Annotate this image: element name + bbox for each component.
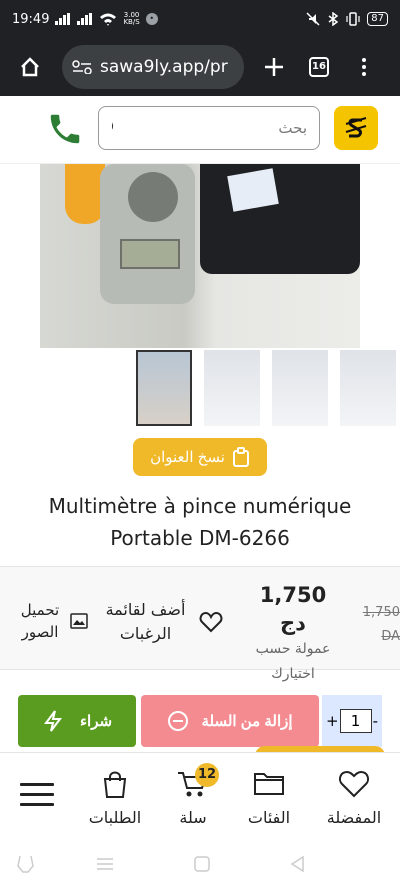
quantity-input[interactable] — [339, 709, 372, 733]
download-images-button[interactable]: تحميل الصور — [18, 599, 88, 643]
thumbnail-4[interactable] — [340, 350, 396, 426]
nav-cart-label: سلة — [179, 808, 207, 827]
heart-outline-icon — [338, 770, 370, 798]
home-icon — [21, 57, 39, 77]
cart-count-badge: 12 — [195, 763, 219, 787]
new-tab-button[interactable] — [254, 47, 294, 87]
search-input[interactable] — [113, 119, 307, 137]
call-button[interactable] — [45, 109, 85, 149]
remove-from-cart-label: إزالة من السلة — [201, 713, 293, 730]
site-header — [0, 96, 400, 164]
nav-orders-label: الطلبات — [88, 808, 142, 827]
phone-icon — [50, 114, 80, 144]
product-title-line-2: Portable DM-6266 — [110, 526, 290, 550]
increase-quantity-button[interactable]: + — [326, 712, 339, 730]
browser-toolbar: sawa9ly.app/pr 16 — [0, 38, 400, 96]
meter-bag-shape — [200, 164, 360, 274]
status-left: 19:49 3.00 KB/S • — [12, 12, 158, 27]
product-thumbnails — [136, 348, 400, 426]
copy-title-button[interactable]: نسخ العنوان — [133, 438, 267, 476]
system-navigation — [0, 838, 400, 888]
meter-dial-shape — [128, 172, 178, 222]
notification-icon: • — [145, 13, 158, 25]
folder-icon — [254, 773, 284, 795]
logo-icon — [345, 117, 367, 138]
commission-note: عمولة حسب اختيارك — [255, 641, 331, 682]
search-icon[interactable] — [111, 118, 113, 138]
nav-categories-label: الفئات — [247, 808, 291, 827]
product-price: 1,750 دج — [259, 583, 327, 635]
thumbnail-3[interactable] — [272, 350, 328, 426]
nav-favorites-label: المفضلة — [326, 808, 382, 827]
mute-icon — [306, 12, 320, 26]
time: 19:49 — [12, 11, 50, 27]
thumbnail-2[interactable] — [204, 350, 260, 426]
heart-icon — [199, 611, 223, 633]
site-logo[interactable] — [334, 106, 378, 150]
wifi-icon — [100, 13, 117, 26]
nav-orders[interactable]: الطلبات — [82, 769, 148, 827]
tabs-count: 16 — [309, 57, 329, 77]
back-icon[interactable] — [288, 854, 308, 874]
network-speed-unit: KB/S — [123, 18, 140, 26]
menu-line-icon — [20, 793, 54, 796]
thumbnail-1[interactable] — [136, 350, 192, 426]
bluetooth-icon — [328, 12, 339, 26]
image-icon — [70, 613, 88, 629]
download-images-label: تحميل الصور — [20, 601, 60, 641]
shopping-bag-icon — [103, 771, 127, 798]
lightning-icon — [43, 710, 62, 732]
signal-icon — [55, 13, 71, 25]
meter-clamp-shape — [65, 164, 105, 224]
address-bar[interactable]: sawa9ly.app/pr — [62, 45, 244, 89]
add-to-wishlist-label: أضف لقائمة الرغبات — [105, 600, 186, 643]
product-main-image[interactable] — [40, 164, 360, 348]
price-box: 1,750 دج عمولة حسب اختيارك — [248, 581, 338, 687]
bottom-navigation: الطلبات سلة 12 الفئات المفضلة — [0, 752, 400, 838]
battery-indicator: 87 — [367, 12, 388, 26]
network-speed: 3.00 KB/S — [123, 12, 139, 26]
tabs-button[interactable]: 16 — [299, 47, 339, 87]
decrease-quantity-button[interactable]: - — [373, 712, 378, 730]
buy-label: شراء — [79, 713, 113, 730]
menu-line-icon — [20, 803, 54, 806]
remove-from-cart-button[interactable]: إزالة من السلة — [141, 695, 319, 747]
buy-button[interactable]: شراء — [18, 695, 136, 747]
status-bar: 19:49 3.00 KB/S • 87 — [0, 0, 400, 38]
menu-line-icon — [20, 783, 54, 786]
quantity-stepper: + - — [322, 695, 382, 747]
hamburger-menu-button[interactable] — [20, 783, 54, 809]
add-to-wishlist-button[interactable]: أضف لقائمة الرغبات — [98, 595, 223, 649]
plus-icon — [265, 58, 283, 76]
product-title: Multimètre à pince numérique Portable DM… — [20, 490, 380, 554]
minus-circle-icon — [168, 711, 189, 731]
clipboard-icon — [232, 447, 249, 467]
old-price: 1,750 DA — [362, 605, 400, 644]
copy-title-label: نسخ العنوان — [150, 449, 225, 466]
home-system-icon[interactable] — [192, 854, 212, 874]
search-box[interactable] — [98, 106, 320, 150]
site-info-icon[interactable] — [72, 60, 92, 74]
vibrate-icon — [346, 12, 360, 26]
signal-icon-2 — [77, 13, 93, 25]
recent-apps-icon[interactable] — [95, 854, 115, 874]
meter-screen-shape — [120, 239, 180, 269]
home-button[interactable] — [10, 47, 50, 87]
browser-menu-button[interactable] — [344, 47, 384, 87]
accessibility-icon[interactable] — [16, 854, 36, 874]
kebab-menu-icon — [362, 58, 366, 76]
cart-action-bar: شراء إزالة من السلة + - — [0, 691, 400, 749]
nav-favorites[interactable]: المفضلة — [321, 769, 387, 827]
url-text: sawa9ly.app/pr — [100, 57, 228, 77]
product-actions: تحميل الصور أضف لقائمة الرغبات 1,750 دج … — [0, 566, 400, 682]
product-title-line-1: Multimètre à pince numérique — [48, 494, 352, 518]
nav-categories[interactable]: الفئات — [236, 769, 302, 827]
status-right: 87 — [306, 12, 388, 26]
